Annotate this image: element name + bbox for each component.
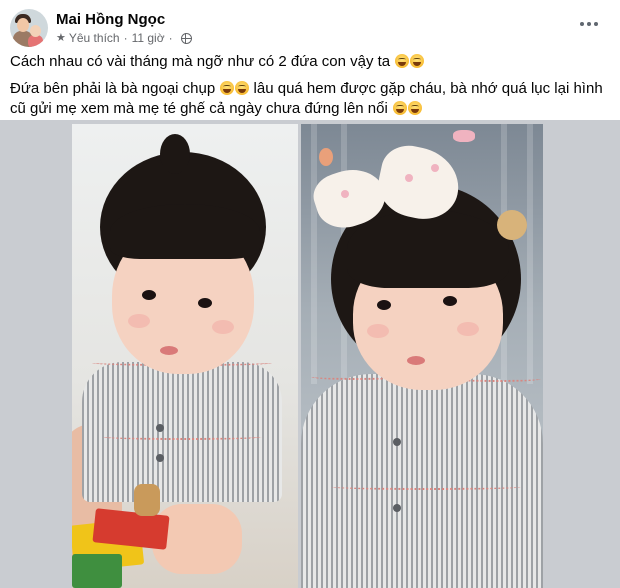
- hair-clip: [319, 148, 333, 166]
- favorite-badge: Yêu thích: [68, 31, 120, 45]
- window-blind: [311, 124, 317, 384]
- dress-button: [393, 504, 401, 512]
- star-icon: ★: [56, 32, 66, 44]
- baby-cheek: [367, 324, 389, 338]
- post-text: Cách nhau có vài tháng mà ngỡ như có 2 đ…: [10, 52, 610, 126]
- bow-pattern: [431, 164, 439, 172]
- post-meta: Mai Hồng Ngọc ★ Yêu thích · 11 giờ ·: [56, 10, 192, 46]
- baby-cheek: [212, 320, 234, 334]
- baby-eye: [443, 296, 457, 306]
- toy-wood-piece: [134, 484, 160, 516]
- baby-bangs: [347, 210, 509, 288]
- more-options-icon: [594, 22, 598, 26]
- post-subline: ★ Yêu thích · 11 giờ ·: [56, 30, 192, 46]
- author-name[interactable]: Mai Hồng Ngọc: [56, 10, 192, 29]
- dress-button: [393, 438, 401, 446]
- grinning-squinting-emoji-icon: [410, 54, 425, 68]
- grinning-squinting-emoji-icon: [235, 81, 250, 95]
- baby-eye: [377, 300, 391, 310]
- facebook-post: Mai Hồng Ngọc ★ Yêu thích · 11 giờ · Các…: [0, 0, 620, 588]
- grinning-squinting-emoji-icon: [408, 101, 422, 115]
- baby-photo-right[interactable]: [301, 124, 543, 588]
- baby-hair-tuft: [160, 134, 190, 174]
- separator: ·: [123, 31, 128, 45]
- bow-pattern: [405, 174, 413, 182]
- bow-pattern: [341, 190, 349, 198]
- grinning-squinting-emoji-icon: [395, 54, 410, 68]
- post-header: Mai Hồng Ngọc ★ Yêu thích · 11 giờ ·: [10, 8, 192, 48]
- toy-block-green: [72, 554, 122, 588]
- baby-cheek: [457, 322, 479, 336]
- baby-eye: [198, 298, 212, 308]
- striped-dress: [301, 374, 543, 588]
- pink-clip: [453, 130, 475, 142]
- grinning-squinting-emoji-icon: [220, 81, 235, 95]
- baby-photo-left[interactable]: [72, 124, 298, 588]
- dress-ruffle: [331, 484, 521, 490]
- post-text-line-2: Đứa bên phải là bà ngoại chụp lâu quá he…: [10, 79, 610, 119]
- side-clip: [497, 210, 527, 240]
- author-avatar[interactable]: [10, 9, 48, 47]
- dress-button: [156, 424, 164, 432]
- separator: ·: [168, 31, 173, 45]
- post-text-line-1: Cách nhau có vài tháng mà ngỡ như có 2 đ…: [10, 52, 610, 72]
- post-text-line-2-part-1: Đứa bên phải là bà ngoại chụp: [10, 80, 216, 97]
- baby-mouth: [160, 346, 178, 355]
- striped-dress: [82, 362, 282, 502]
- dress-ruffle: [102, 434, 262, 440]
- baby-eye: [142, 290, 156, 300]
- more-options-button[interactable]: [575, 14, 603, 34]
- grinning-squinting-emoji-icon: [393, 101, 407, 115]
- post-time[interactable]: 11 giờ: [132, 30, 165, 46]
- globe-icon[interactable]: [180, 32, 192, 44]
- more-options-icon: [587, 22, 591, 26]
- baby-bangs: [110, 204, 260, 259]
- baby-cheek: [128, 314, 150, 328]
- window-blind: [527, 124, 533, 384]
- post-text-line-1-text: Cách nhau có vài tháng mà ngỡ như có 2 đ…: [10, 53, 391, 70]
- photo-grid: [0, 120, 620, 588]
- more-options-icon: [580, 22, 584, 26]
- baby-mouth: [407, 356, 425, 365]
- dress-button: [156, 454, 164, 462]
